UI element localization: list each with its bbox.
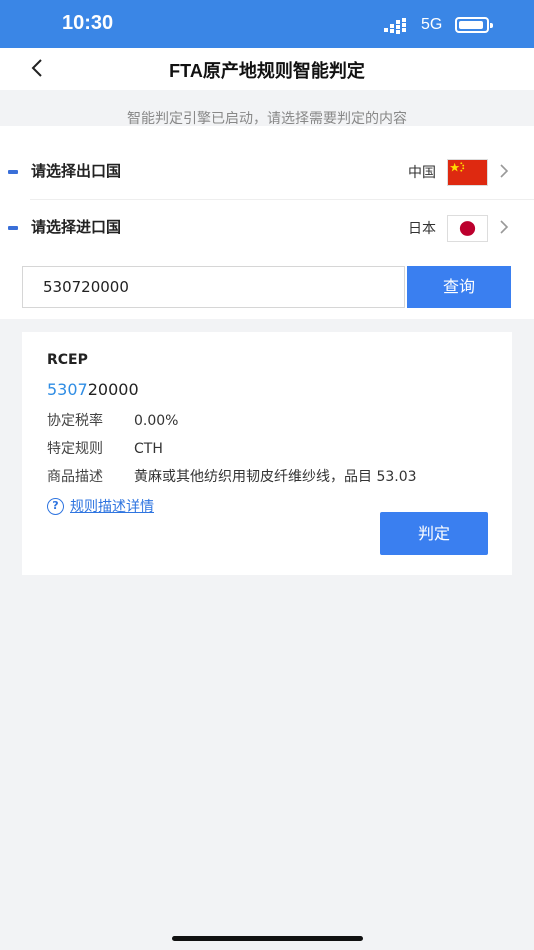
chevron-right-icon <box>500 220 509 234</box>
specific-rule-key: 特定规则 <box>47 441 103 457</box>
home-indicator[interactable] <box>172 936 363 941</box>
description-value: 黄麻或其他纺织用韧皮纤维纱线，品目 53.03 <box>134 469 417 485</box>
agreement-name: RCEP <box>47 352 88 368</box>
engine-hint: 智能判定引擎已启动，请选择需要判定的内容 <box>127 111 407 127</box>
rule-detail-text: 规则描述详情 <box>70 499 154 515</box>
hs-code-input[interactable]: 530720000 <box>22 266 405 308</box>
network-type: 5G <box>421 16 443 33</box>
export-country-label: 请选择出口国 <box>31 162 122 180</box>
nav-bar: FTA原产地规则智能判定 <box>0 48 534 90</box>
description-key: 商品描述 <box>47 469 103 485</box>
import-country-value: 日本 <box>408 221 436 237</box>
row-marker <box>8 170 18 174</box>
tariff-rate-row: 协定税率 0.00% <box>47 410 178 430</box>
page-title: FTA原产地规则智能判定 <box>169 61 365 81</box>
result-card: RCEP 530720000 协定税率 0.00% 特定规则 CTH 商品描述 黄麻或… <box>22 332 512 575</box>
tariff-rate-value: 0.00% <box>134 413 179 429</box>
rule-detail-link[interactable]: ? 规则描述详情 <box>47 496 154 516</box>
question-icon: ? <box>47 497 64 515</box>
judge-button[interactable]: 判定 <box>380 512 488 555</box>
hs-code-rest: 20000 <box>87 380 139 399</box>
japan-flag-icon <box>447 215 488 242</box>
signal-icon <box>384 18 406 34</box>
hs-code-result: 530720000 <box>47 380 139 399</box>
query-button[interactable]: 查询 <box>407 266 511 308</box>
import-country-row[interactable]: 请选择进口国 日本 <box>0 200 534 255</box>
specific-rule-row: 特定规则 CTH <box>47 438 163 458</box>
hs-code-highlight: 5307 <box>47 380 88 399</box>
description-row: 商品描述 黄麻或其他纺织用韧皮纤维纱线，品目 53.03 <box>47 466 417 486</box>
selector-panel: 请选择出口国 中国 请选择进口国 日本 530720000 查询 <box>0 126 534 319</box>
chevron-right-icon <box>500 164 509 178</box>
tariff-rate-key: 协定税率 <box>47 413 103 429</box>
export-country-value: 中国 <box>408 165 436 181</box>
specific-rule-value: CTH <box>134 441 163 457</box>
status-bar: 10:30 5G <box>0 0 534 48</box>
status-time: 10:30 <box>62 12 114 34</box>
export-country-row[interactable]: 请选择出口国 中国 <box>0 144 534 199</box>
battery-icon <box>455 17 493 33</box>
import-country-label: 请选择进口国 <box>31 218 122 236</box>
china-flag-icon <box>447 159 488 186</box>
row-marker <box>8 226 18 230</box>
